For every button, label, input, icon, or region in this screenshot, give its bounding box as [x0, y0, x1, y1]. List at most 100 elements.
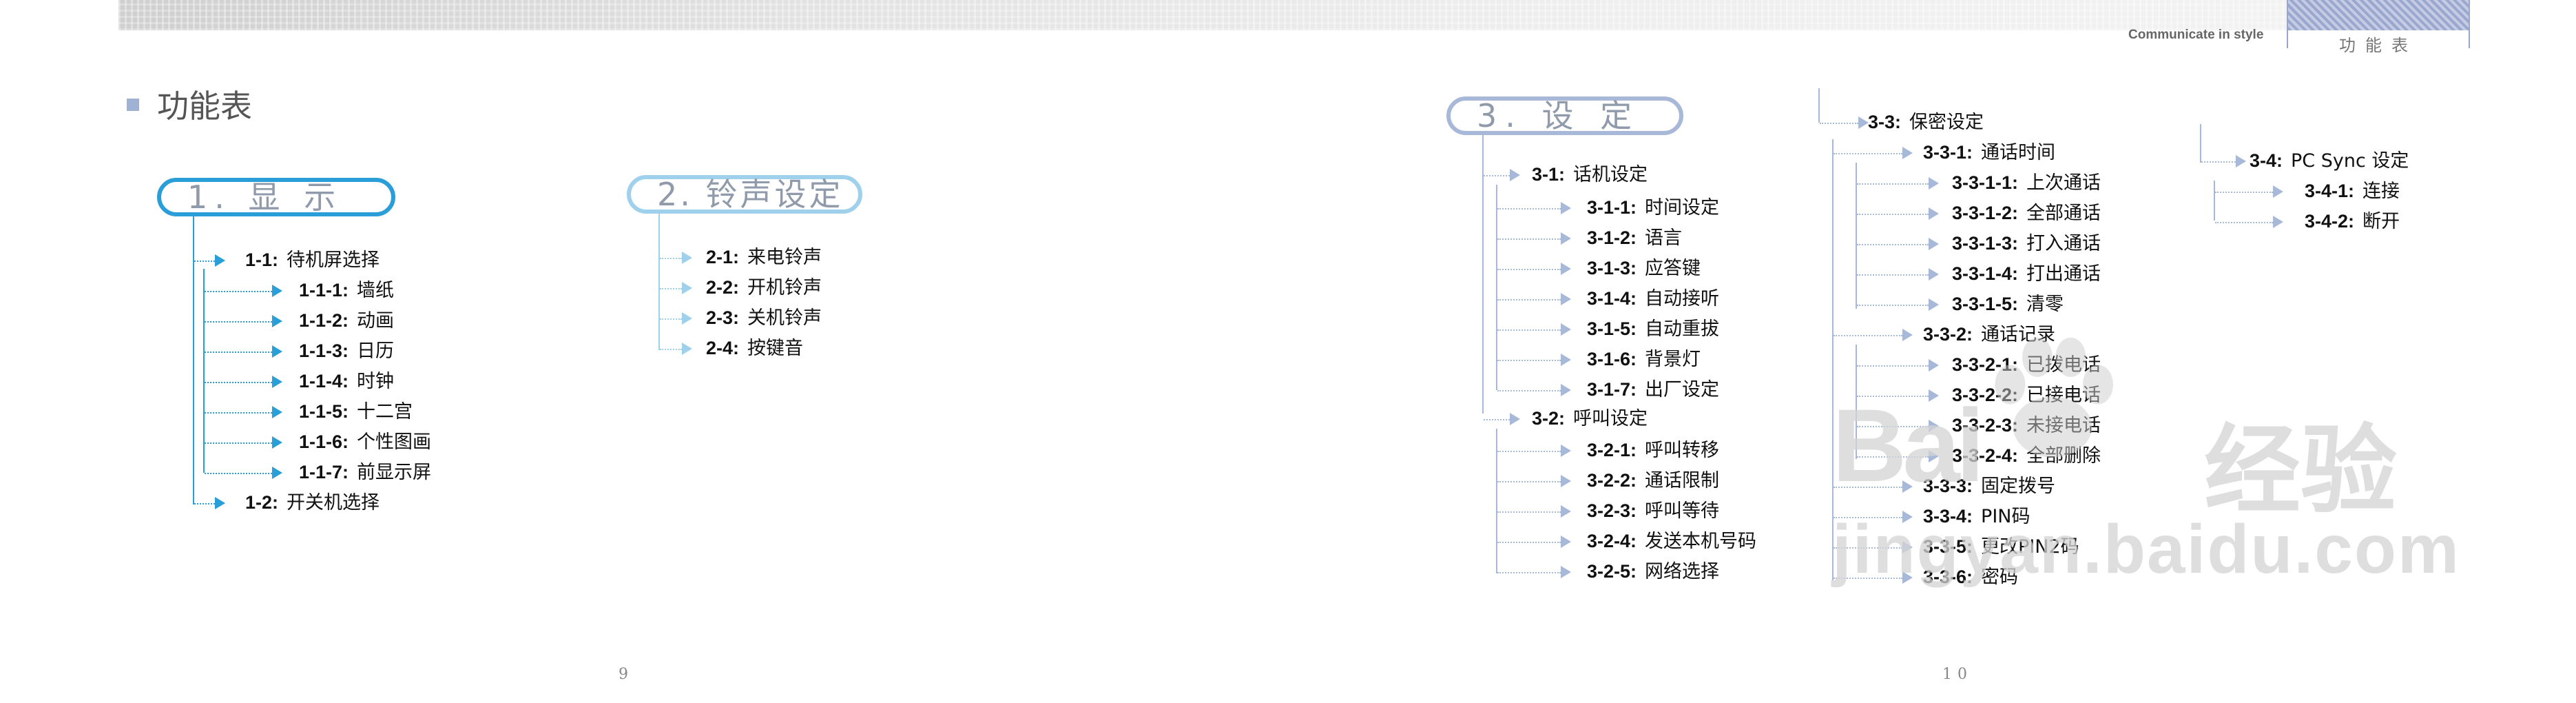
connector-line: [1857, 365, 1929, 367]
connector-line: [1857, 183, 1929, 185]
menu-code: 3-4-1:: [2305, 181, 2355, 201]
menu-label: 个性图画: [357, 431, 432, 453]
menu-item: 1-1-7: 前显示屏: [299, 462, 431, 483]
arrow-right-icon: [1561, 505, 1571, 518]
menu-code: 3-3-1-3:: [1952, 233, 2019, 254]
tree-branch: [2214, 181, 2215, 221]
menu-label: 连接: [2362, 181, 2400, 202]
arrow-right-icon: [682, 343, 692, 355]
arrow-right-icon: [272, 315, 282, 327]
tree-trunk: [1482, 135, 1484, 414]
menu-code: 1-1-1:: [299, 280, 349, 300]
menu-label: 十二宫: [357, 401, 413, 422]
menu-code: 3-1-4:: [1587, 288, 1637, 309]
arrow-right-icon: [272, 345, 282, 358]
menu-item: 1-2: 开关机选择: [245, 492, 380, 513]
menu-item: 3-4-2: 断开: [2305, 211, 2400, 232]
menu-code: 2-3:: [706, 307, 740, 328]
arrow-right-icon: [1561, 566, 1571, 578]
menu-item: 3-2-2: 通话限制: [1587, 470, 1719, 491]
menu-item: 3-4: PC Sync 设定: [2250, 150, 2409, 172]
arrow-right-icon: [1561, 536, 1571, 548]
arrow-right-icon: [682, 282, 692, 294]
connector-line: [1497, 269, 1561, 270]
arrow-right-icon: [2273, 185, 2283, 198]
menu-item: 1-1-1: 墙纸: [299, 280, 394, 301]
menu-code: 3-2-2:: [1587, 470, 1637, 491]
menu-code: 3-4-2:: [2305, 211, 2355, 232]
menu-label: 固定拨号: [1981, 476, 2056, 497]
menu-code: 3-1-3:: [1587, 258, 1637, 278]
menu-item: 1-1-6: 个性图画: [299, 431, 431, 453]
menu-item: 3-2: 呼叫设定: [1532, 408, 1648, 429]
tree-trunk: [1818, 88, 1820, 123]
menu-item: 1-1-5: 十二宫: [299, 401, 413, 422]
connector-line: [1820, 123, 1858, 124]
menu-code: 1-1-7:: [299, 462, 349, 482]
menu-label: 语言: [1645, 227, 1683, 249]
menu-code: 3-1-2:: [1587, 227, 1637, 248]
connector-line: [1857, 305, 1929, 306]
arrow-right-icon: [1929, 238, 1939, 250]
menu-code: 1-1-2:: [299, 310, 349, 331]
menu-code: 3-2:: [1532, 408, 1566, 429]
page-number-right: 10: [1942, 666, 1973, 683]
menu-item: 3-3-1-2: 全部通话: [1952, 203, 2101, 224]
menu-item: 3-3-1: 通话时间: [1923, 142, 2055, 163]
menu-label: 网络选择: [1645, 561, 1720, 582]
menu-code: 3-1-7:: [1587, 379, 1637, 400]
menu-label: 断开: [2362, 211, 2400, 232]
watermark-brand: Bai: [1832, 387, 1984, 503]
header-banner: [118, 0, 2467, 30]
arrow-right-icon: [682, 252, 692, 264]
connector-line: [205, 473, 272, 474]
menu-label: 打入通话: [2026, 233, 2101, 254]
connector-line: [1497, 329, 1561, 331]
arrow-right-icon: [1929, 268, 1939, 281]
connector-line: [1834, 335, 1902, 336]
menu-code: 3-1:: [1532, 164, 1566, 185]
menu-code: 1-1-4:: [299, 371, 349, 391]
menu-label: 应答键: [1645, 258, 1701, 279]
menu-item: 3-1-5: 自动重拔: [1587, 318, 1719, 340]
connector-line: [2201, 161, 2236, 163]
menu-code: 3-2-4:: [1587, 531, 1637, 551]
menu-code: 3-3-1-1:: [1952, 172, 2019, 193]
menu-code: 1-1:: [245, 249, 279, 270]
connector-line: [1484, 175, 1510, 176]
menu-item: 3-2-3: 呼叫等待: [1587, 500, 1719, 522]
arrow-right-icon: [2273, 216, 2283, 228]
menu-item: 3-1-6: 背景灯: [1587, 349, 1701, 370]
menu-label: 上次通话: [2026, 172, 2101, 194]
menu-code: 3-3-1-2:: [1952, 203, 2019, 223]
connector-line: [194, 261, 215, 262]
menu-label: 动画: [357, 310, 395, 332]
connector-line: [2215, 222, 2273, 223]
menu-label: 通话时间: [1981, 142, 2056, 163]
menu-item: 3-3-1-1: 上次通话: [1952, 172, 2101, 194]
menu-label: 打出通话: [2026, 263, 2101, 285]
menu-code: 2-2:: [706, 277, 740, 298]
arrow-right-icon: [1902, 329, 1913, 341]
section-title-display: 1. 显 示: [157, 178, 395, 216]
arrow-right-icon: [1561, 354, 1571, 366]
menu-code: 3-2-1:: [1587, 440, 1637, 460]
menu-item: 2-3: 关机铃声: [706, 307, 822, 329]
menu-item: 2-1: 来电铃声: [706, 247, 822, 268]
menu-item: 1-1-4: 时钟: [299, 371, 394, 392]
menu-code: 1-2:: [245, 492, 279, 513]
paw-watermark-icon: [1995, 337, 2113, 458]
arrow-right-icon: [1561, 475, 1571, 487]
menu-label: 关机铃声: [747, 307, 822, 329]
connector-line: [1497, 481, 1561, 482]
menu-item: 3-3-1-5: 清零: [1952, 294, 2064, 315]
tree-trunk: [658, 214, 660, 350]
header-badge: 功能表: [2287, 0, 2470, 55]
connector-line: [1857, 274, 1929, 276]
menu-code: 3-2-3:: [1587, 500, 1637, 521]
menu-item: 3-1: 话机设定: [1532, 164, 1648, 185]
menu-label: 日历: [357, 340, 395, 362]
menu-label: 通话限制: [1645, 470, 1720, 491]
menu-label: 按键音: [747, 338, 804, 359]
arrow-right-icon: [215, 497, 225, 509]
